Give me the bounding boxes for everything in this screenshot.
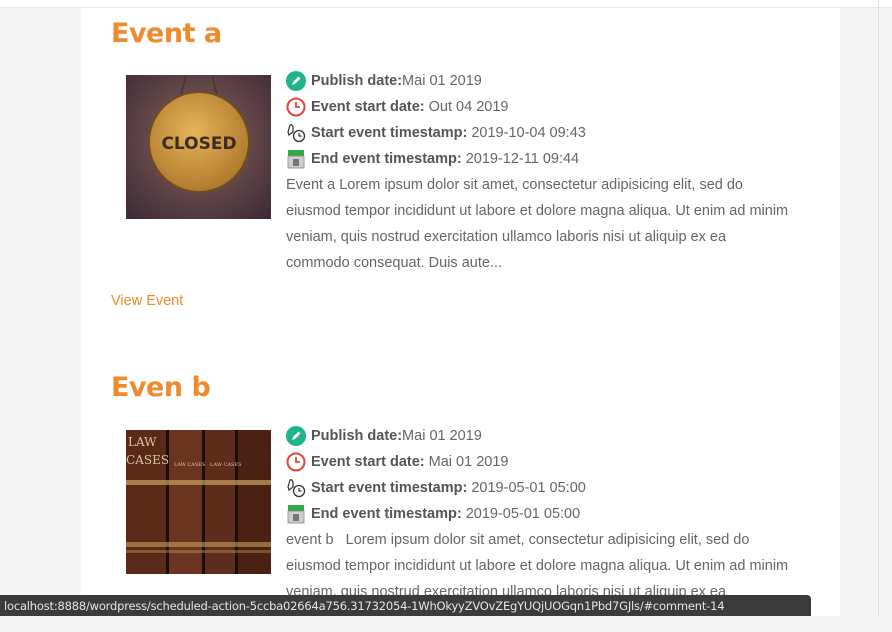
start-date-value: Out 04 2019 (428, 99, 509, 115)
end-timestamp-value: 2019-12-11 09:44 (465, 151, 580, 167)
scrollbar-edge (878, 0, 879, 616)
browser-status-bar: localhost:8888/wordpress/scheduled-actio… (0, 595, 811, 616)
start-date-label: Event start date: (311, 454, 425, 470)
end-timestamp-value: 2019-05-01 05:00 (465, 506, 581, 522)
event-card-a: Event a CLOSED Publish date: Mai 01 2019… (111, 18, 831, 318)
event-title[interactable]: Even b (111, 372, 211, 403)
event-card-b: Even b LAW CASES LAW CASES LAW CASES Pub… (111, 372, 831, 632)
publish-date-row: Publish date: Mai 01 2019 (286, 425, 482, 447)
end-timestamp-label: End event timestamp: (311, 151, 462, 167)
publish-date-row: Publish date: Mai 01 2019 (286, 70, 482, 92)
start-timestamp-row: Start event timestamp: 2019-10-04 09:43 (286, 122, 586, 144)
publish-date-label: Publish date: (311, 73, 403, 89)
publish-date-value: Mai 01 2019 (402, 428, 482, 444)
start-timestamp-value: 2019-10-04 09:43 (471, 125, 586, 141)
status-url: localhost:8888/wordpress/scheduled-actio… (4, 598, 725, 613)
finish-calendar-icon (286, 504, 306, 524)
closed-sign-image: CLOSED (126, 75, 271, 219)
closed-sign-text: CLOSED (161, 134, 236, 154)
law-cases-spine-label: LAW CASES (210, 462, 242, 468)
publish-date-value: Mai 01 2019 (402, 73, 482, 89)
stopwatch-hand-icon (286, 123, 306, 143)
pencil-circle-icon (286, 71, 306, 91)
excerpt-line: event b Lorem ipsum dolor sit amet, cons… (286, 532, 750, 548)
content-panel: Event a CLOSED Publish date: Mai 01 2019… (81, 8, 840, 616)
start-timestamp-label: Start event timestamp: (311, 125, 468, 141)
view-event-link[interactable]: View Event (111, 293, 183, 309)
cases-book-label: CASES (126, 453, 169, 467)
excerpt-line: veniam, quis nostrud exercitation ullamc… (286, 229, 727, 245)
start-date-label: Event start date: (311, 99, 425, 115)
clock-icon (286, 97, 306, 117)
end-timestamp-row: End event timestamp: 2019-12-11 09:44 (286, 148, 579, 170)
event-thumbnail-closed-sign[interactable]: CLOSED (126, 75, 271, 219)
clock-icon (286, 452, 306, 472)
start-date-row: Event start date: Out 04 2019 (286, 96, 508, 118)
end-timestamp-row: End event timestamp: 2019-05-01 05:00 (286, 503, 580, 525)
finish-calendar-icon (286, 149, 306, 169)
page-top-border (0, 0, 892, 8)
law-cases-spine-label: LAW CASES (174, 462, 206, 468)
event-thumbnail-law-books[interactable]: LAW CASES LAW CASES LAW CASES (126, 430, 271, 574)
excerpt-line: Event a Lorem ipsum dolor sit amet, cons… (286, 177, 743, 193)
law-books-image: LAW CASES LAW CASES LAW CASES (126, 430, 271, 574)
excerpt-line: eiusmod tempor incididunt ut labore et d… (286, 558, 789, 574)
stopwatch-hand-icon (286, 478, 306, 498)
event-title[interactable]: Event a (111, 18, 222, 49)
excerpt-line: commodo consequat. Duis aute... (286, 255, 503, 271)
excerpt-line: eiusmod tempor incididunt ut labore et d… (286, 203, 789, 219)
publish-date-label: Publish date: (311, 428, 403, 444)
pencil-circle-icon (286, 426, 306, 446)
start-timestamp-value: 2019-05-01 05:00 (471, 480, 586, 496)
start-timestamp-row: Start event timestamp: 2019-05-01 05:00 (286, 477, 586, 499)
start-timestamp-label: Start event timestamp: (311, 480, 468, 496)
start-date-value: Mai 01 2019 (428, 454, 509, 470)
law-book-label: LAW (128, 435, 157, 449)
event-excerpt: Event a Lorem ipsum dolor sit amet, cons… (286, 172, 816, 276)
start-date-row: Event start date: Mai 01 2019 (286, 451, 508, 473)
end-timestamp-label: End event timestamp: (311, 506, 462, 522)
event-excerpt: event b Lorem ipsum dolor sit amet, cons… (286, 527, 816, 605)
